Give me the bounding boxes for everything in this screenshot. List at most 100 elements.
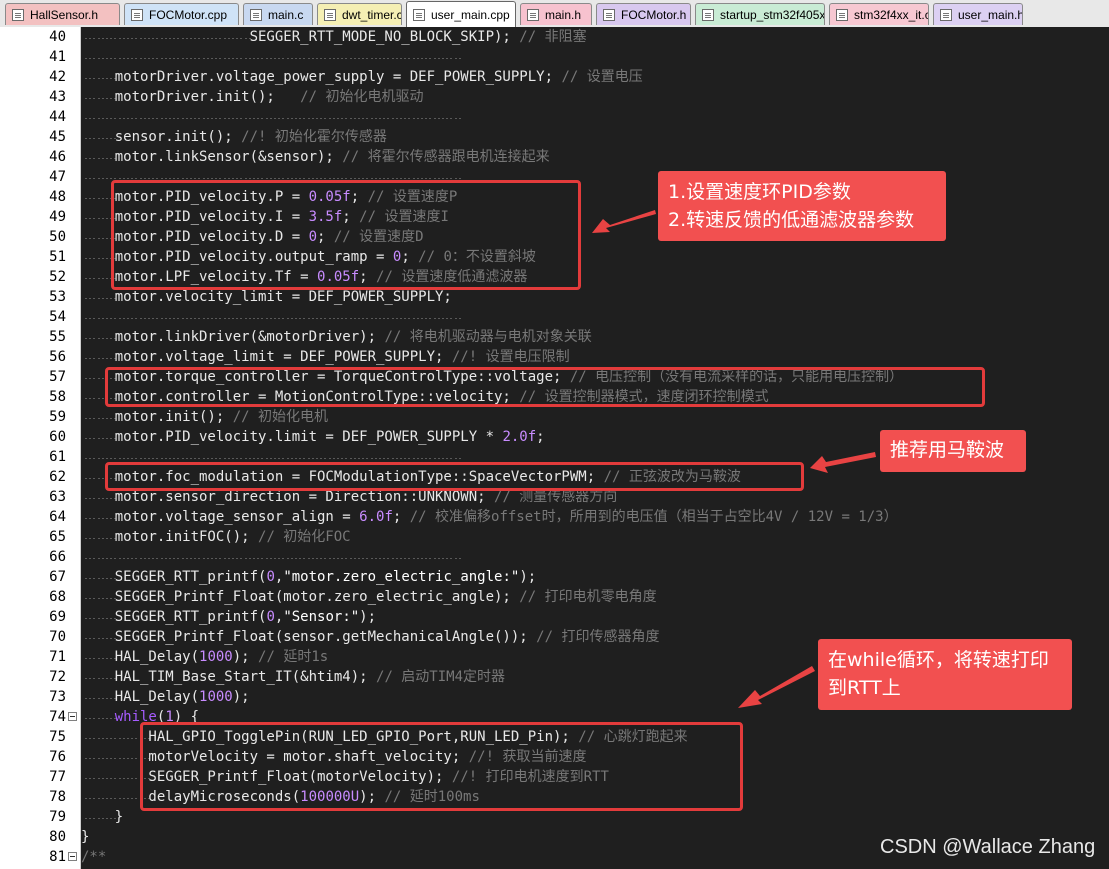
code-number: 2.0f [502, 429, 537, 445]
code-text: motor.init(); [81, 409, 233, 425]
pid-callout-line2: 2.转速反馈的低通滤波器参数 [668, 209, 915, 231]
tab-focmotor-h[interactable]: FOCMotor.h [596, 3, 691, 25]
line-number: 75 [49, 729, 66, 745]
code-line[interactable]: motor.initFOC(); // 初始化FOC [81, 527, 1109, 547]
line-number: 40 [49, 29, 66, 45]
line-number: 43 [49, 89, 66, 105]
code-line[interactable]: motor.linkDriver(&motorDriver); // 将电机驱动… [81, 327, 1109, 347]
code-line[interactable] [81, 307, 1109, 327]
line-number: 61 [49, 449, 66, 465]
code-line[interactable]: SEGGER_RTT_MODE_NO_BLOCK_SKIP); // 非阻塞 [81, 27, 1109, 47]
code-number: 0 [266, 569, 275, 585]
pid-callout: 1.设置速度环PID参数 2.转速反馈的低通滤波器参数 [658, 171, 946, 241]
code-line[interactable]: SEGGER_Printf_Float(motor.zero_electric_… [81, 587, 1109, 607]
tab-hallsensor-h[interactable]: HallSensor.h [5, 3, 120, 25]
code-text: motorDriver.init(); [81, 89, 301, 105]
controller-mode-highlight [105, 367, 985, 407]
tab-user-main-h[interactable]: user_main.h [933, 3, 1023, 25]
file-icon [324, 8, 336, 21]
code-text: motorDriver.voltage_power_supply = DEF_P… [81, 69, 562, 85]
foc-modulation-highlight [105, 462, 804, 491]
line-number: 66 [49, 549, 66, 565]
loop-callout-line1: 在while循环，将转速打印 [828, 649, 1049, 671]
code-number: 1000 [199, 689, 233, 705]
line-number: 69 [49, 609, 66, 625]
tab-user-main-cpp[interactable]: user_main.cpp [406, 1, 516, 27]
pid-params-highlight [111, 180, 581, 290]
code-text: HAL_Delay( [81, 649, 200, 665]
code-text: ; [392, 509, 410, 525]
code-comment: // 校准偏移offset时，所用到的电压值（相当于占空比4V / 12V = … [409, 509, 898, 525]
tab-main-h[interactable]: main.h [520, 3, 592, 25]
tab-main-c[interactable]: main.c [243, 3, 313, 25]
line-number: 68 [49, 589, 66, 605]
tab-stm32f4xx-it-c[interactable]: stm32f4xx_it.c [829, 3, 929, 25]
tab-startup-stm32f405xx-s[interactable]: startup_stm32f405xx.s [695, 3, 825, 25]
line-number: 59 [49, 409, 66, 425]
file-icon [940, 8, 952, 21]
line-number: 81 [49, 849, 66, 865]
code-line[interactable] [81, 47, 1109, 67]
code-text: ); [232, 689, 250, 705]
code-text: SEGGER_Printf_Float(sensor.getMechanical… [81, 629, 537, 645]
line-number: 44 [49, 109, 66, 125]
line-number: 46 [49, 149, 66, 165]
code-text: ); [232, 649, 259, 665]
code-text: ; [536, 429, 545, 445]
line-number: 76 [49, 749, 66, 765]
code-line[interactable]: sensor.init(); //! 初始化霍尔传感器 [81, 127, 1109, 147]
line-number: 47 [49, 169, 66, 185]
code-comment: // 测量传感器方向 [494, 489, 618, 505]
line-number: 65 [49, 529, 66, 545]
csdn-watermark: CSDN @Wallace Zhang [880, 836, 1096, 858]
code-line[interactable]: motor.velocity_limit = DEF_POWER_SUPPLY; [81, 287, 1109, 307]
file-icon [702, 8, 714, 21]
file-icon [836, 8, 848, 21]
code-text: motor.initFOC(); [81, 529, 259, 545]
code-line[interactable]: motor.voltage_sensor_align = 6.0f; // 校准… [81, 507, 1109, 527]
code-line[interactable]: SEGGER_RTT_printf(0,"Sensor:"); [81, 607, 1109, 627]
code-line[interactable]: motor.init(); // 初始化电机 [81, 407, 1109, 427]
code-text: SEGGER_Printf_Float(motor.zero_electric_… [81, 589, 520, 605]
code-comment: // 设置电压 [561, 69, 643, 85]
code-text: motor.linkSensor(&sensor); [81, 149, 343, 165]
svpwm-callout: 推荐用马鞍波 [880, 430, 1026, 472]
code-line[interactable]: motorDriver.init(); // 初始化电机驱动 [81, 87, 1109, 107]
code-line[interactable]: motor.voltage_limit = DEF_POWER_SUPPLY; … [81, 347, 1109, 367]
loop-callout: 在while循环，将转速打印 到RTT上 [818, 639, 1072, 710]
code-text: motor.velocity_limit = DEF_POWER_SUPPLY; [81, 289, 452, 305]
code-comment: // 延时1s [258, 649, 329, 665]
code-text: sensor.init(); [81, 129, 242, 145]
line-number: 60 [49, 429, 66, 445]
code-number: 0 [266, 609, 275, 625]
code-string: "motor.zero_electric_angle:" [283, 569, 520, 585]
code-comment: // 非阻塞 [519, 29, 587, 45]
fold-toggle-icon[interactable] [68, 712, 77, 721]
code-text: SEGGER_RTT_printf( [81, 569, 267, 585]
code-number: 6.0f [359, 509, 393, 525]
line-number: 67 [49, 569, 66, 585]
file-icon [250, 8, 262, 21]
code-line[interactable]: motor.linkSensor(&sensor); // 将霍尔传感器跟电机连… [81, 147, 1109, 167]
code-line[interactable]: SEGGER_RTT_printf(0,"motor.zero_electric… [81, 567, 1109, 587]
file-icon [131, 8, 143, 21]
line-number: 71 [49, 649, 66, 665]
tab-label: main.c [268, 7, 304, 22]
tab-focmotor-cpp[interactable]: FOCMotor.cpp [124, 3, 239, 25]
line-number: 41 [49, 49, 66, 65]
line-number: 80 [49, 829, 66, 845]
line-number: 55 [49, 329, 66, 345]
code-line[interactable]: motorDriver.voltage_power_supply = DEF_P… [81, 67, 1109, 87]
while-loop-highlight [140, 722, 743, 811]
code-line[interactable] [81, 107, 1109, 127]
code-line[interactable] [81, 547, 1109, 567]
code-text: motor.voltage_limit = DEF_POWER_SUPPLY; [81, 349, 452, 365]
line-number: 49 [49, 209, 66, 225]
line-number: 70 [49, 629, 66, 645]
fold-toggle-icon[interactable] [68, 852, 77, 861]
tab-dwt-timer-c[interactable]: dwt_timer.c [317, 3, 402, 25]
line-number: 78 [49, 789, 66, 805]
code-comment: // 初始化FOC [258, 529, 351, 545]
tab-label: user_main.cpp [431, 7, 510, 22]
